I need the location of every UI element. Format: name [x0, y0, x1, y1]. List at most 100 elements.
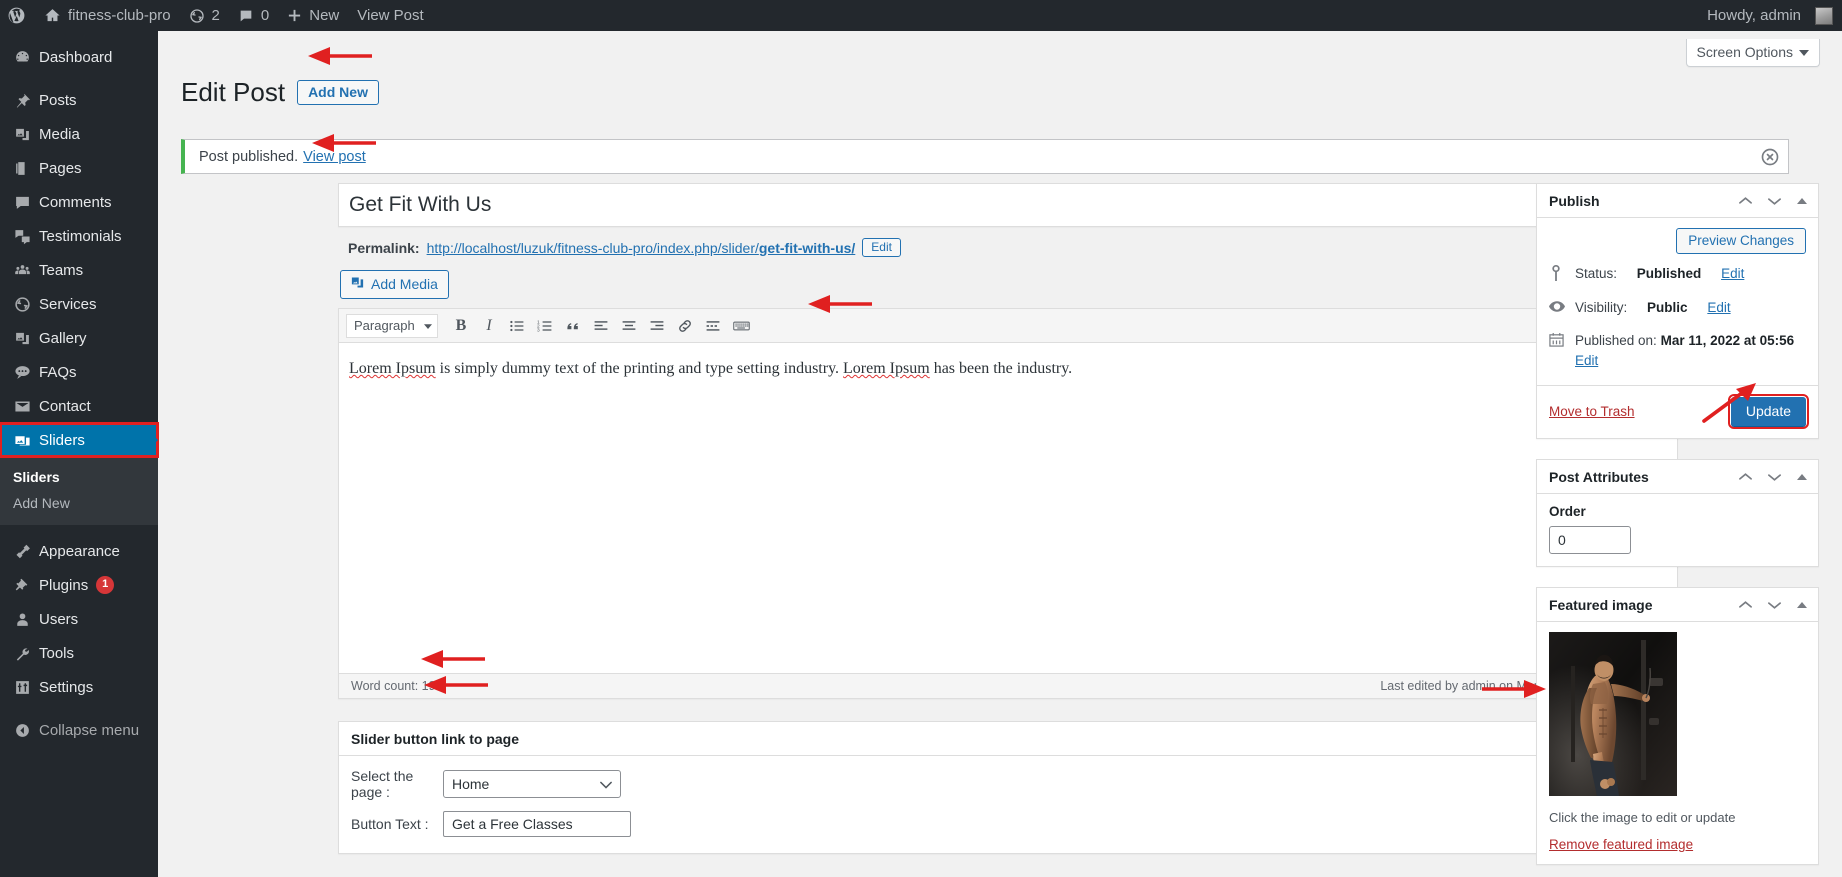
sidebar-item-posts[interactable]: Posts [0, 83, 158, 117]
featured-image-caption: Click the image to edit or update [1549, 810, 1736, 825]
order-field[interactable] [1549, 526, 1631, 554]
minor-publishing-actions: Preview Changes [1537, 218, 1818, 264]
teams-icon [9, 262, 35, 279]
post-title-field[interactable] [339, 193, 1677, 217]
sidebar-item-label: Plugins [39, 576, 89, 594]
align-left-icon[interactable] [588, 313, 614, 339]
toolbar-toggle-icon[interactable] [728, 313, 754, 339]
featured-image-title: Featured image [1549, 596, 1653, 613]
permalink-base: http://localhost/luzuk/fitness-club-pro/… [426, 239, 759, 256]
wp-logo-menu[interactable] [0, 0, 35, 31]
sidebar-item-label: Comments [39, 193, 112, 211]
post-attributes-title: Post Attributes [1549, 468, 1649, 485]
sidebar-item-services[interactable]: Services [0, 287, 158, 321]
bulleted-list-icon[interactable] [504, 313, 530, 339]
add-new-button[interactable]: Add New [297, 80, 379, 106]
move-up-icon[interactable] [1738, 472, 1753, 482]
edit-published-link[interactable]: Edit [1575, 353, 1598, 368]
new-content-menu[interactable]: New [278, 0, 348, 31]
updates-menu[interactable]: 2 [180, 0, 229, 31]
editor-text-body-1: is simply dummy text of the printing and… [435, 360, 844, 377]
sidebar-item-gallery[interactable]: Gallery [0, 321, 158, 355]
sidebar-item-settings[interactable]: Settings [0, 670, 158, 704]
edit-status-link[interactable]: Edit [1721, 264, 1744, 284]
paragraph-format-value: Paragraph [354, 318, 415, 333]
read-more-icon[interactable] [700, 313, 726, 339]
select-page-row: Select the page : Home [351, 768, 1665, 800]
site-name-menu[interactable]: fitness-club-pro [35, 0, 180, 31]
sidebar-item-tools[interactable]: Tools [0, 636, 158, 670]
button-text-field[interactable] [443, 811, 631, 837]
editor-text-lorem-2: Lorem Ipsum [843, 360, 930, 377]
sidebar-item-dashboard[interactable]: Dashboard [0, 40, 158, 74]
toggle-panel-icon[interactable] [1796, 601, 1808, 609]
preview-changes-button[interactable]: Preview Changes [1676, 228, 1806, 254]
toggle-panel-icon[interactable] [1796, 473, 1808, 481]
updates-count: 2 [211, 7, 220, 24]
align-right-icon[interactable] [644, 313, 670, 339]
bold-icon[interactable]: B [448, 313, 474, 339]
sidebar-item-teams[interactable]: Teams [0, 253, 158, 287]
move-up-icon[interactable] [1738, 196, 1753, 206]
notice-dismiss-icon[interactable] [1760, 147, 1780, 167]
edit-visibility-link[interactable]: Edit [1707, 298, 1730, 318]
select-page-value: Home [452, 776, 490, 792]
sidebar-item-users[interactable]: Users [0, 602, 158, 636]
sidebar-item-sliders[interactable]: Sliders [0, 422, 159, 458]
italic-icon[interactable]: I [476, 313, 502, 339]
move-down-icon[interactable] [1767, 472, 1782, 482]
published-on-row: Published on: Mar 11, 2022 at 05:56 Edit [1549, 331, 1806, 372]
edit-slug-button[interactable]: Edit [862, 238, 901, 257]
published-on-text: Published on: Mar 11, 2022 at 05:56 Edit [1575, 331, 1794, 372]
sidebar-item-plugins[interactable]: Plugins 1 [0, 568, 158, 602]
calendar-icon [1549, 332, 1567, 353]
my-account-menu[interactable]: Howdy, admin [1700, 0, 1842, 31]
sidebar-item-media[interactable]: Media [0, 117, 158, 151]
align-center-icon[interactable] [616, 313, 642, 339]
featured-image-thumbnail[interactable] [1549, 632, 1677, 796]
status-label: Status: [1575, 266, 1618, 281]
link-icon[interactable] [672, 313, 698, 339]
move-down-icon[interactable] [1767, 196, 1782, 206]
collapse-menu-button[interactable]: Collapse menu [0, 713, 158, 747]
menu-separator-3 [0, 704, 158, 713]
numbered-list-icon[interactable]: 123 [532, 313, 558, 339]
editor-content-area[interactable]: Lorem Ipsum is simply dummy text of the … [339, 343, 1677, 673]
submenu-item-add-new[interactable]: Add New [0, 490, 158, 516]
paragraph-format-select[interactable]: Paragraph [346, 313, 438, 338]
update-button[interactable]: Update [1727, 394, 1810, 429]
sidebar-item-label: Services [39, 295, 97, 313]
permalink-link[interactable]: http://localhost/luzuk/fitness-club-pro/… [427, 240, 856, 256]
sidebar-item-testimonials[interactable]: Testimonials [0, 219, 158, 253]
remove-featured-image-link[interactable]: Remove featured image [1549, 837, 1693, 852]
wordpress-logo-icon [7, 6, 26, 25]
toggle-panel-icon[interactable] [1796, 197, 1808, 205]
testimonials-icon [9, 228, 35, 245]
sidebar-item-appearance[interactable]: Appearance [0, 534, 158, 568]
sidebar-item-label: Testimonials [39, 227, 122, 245]
submenu-item-sliders[interactable]: Sliders [0, 464, 158, 490]
view-post-link[interactable]: View Post [348, 0, 432, 31]
editor-status-bar: Word count: 19 Last edited by admin on M… [339, 673, 1677, 698]
sidebar-item-pages[interactable]: Pages [0, 151, 158, 185]
sidebar-item-faqs[interactable]: FAQs [0, 355, 158, 389]
editor-container: Visual Text Paragraph B I 123 [338, 278, 1678, 699]
view-post-link[interactable]: View post [303, 149, 366, 165]
add-media-button[interactable]: Add Media [340, 270, 449, 299]
screen-options-label: Screen Options [1696, 44, 1794, 60]
screen-options-button[interactable]: Screen Options [1685, 39, 1820, 67]
move-to-trash-link[interactable]: Move to Trash [1549, 404, 1635, 419]
sidebar-item-comments[interactable]: Comments [0, 185, 158, 219]
sidebar-item-contact[interactable]: Contact [0, 389, 158, 423]
select-page-dropdown[interactable]: Home [443, 770, 621, 798]
blockquote-icon[interactable] [560, 313, 586, 339]
services-icon [9, 296, 35, 313]
metabox-title: Slider button link to page [351, 730, 519, 747]
permalink-label: Permalink: [348, 239, 420, 256]
comments-menu[interactable]: 0 [229, 0, 278, 31]
comment-bubble-icon [238, 8, 254, 24]
move-down-icon[interactable] [1767, 600, 1782, 610]
plus-icon [287, 8, 302, 23]
move-up-icon[interactable] [1738, 600, 1753, 610]
word-count-label: Word count: 19 [351, 679, 436, 693]
